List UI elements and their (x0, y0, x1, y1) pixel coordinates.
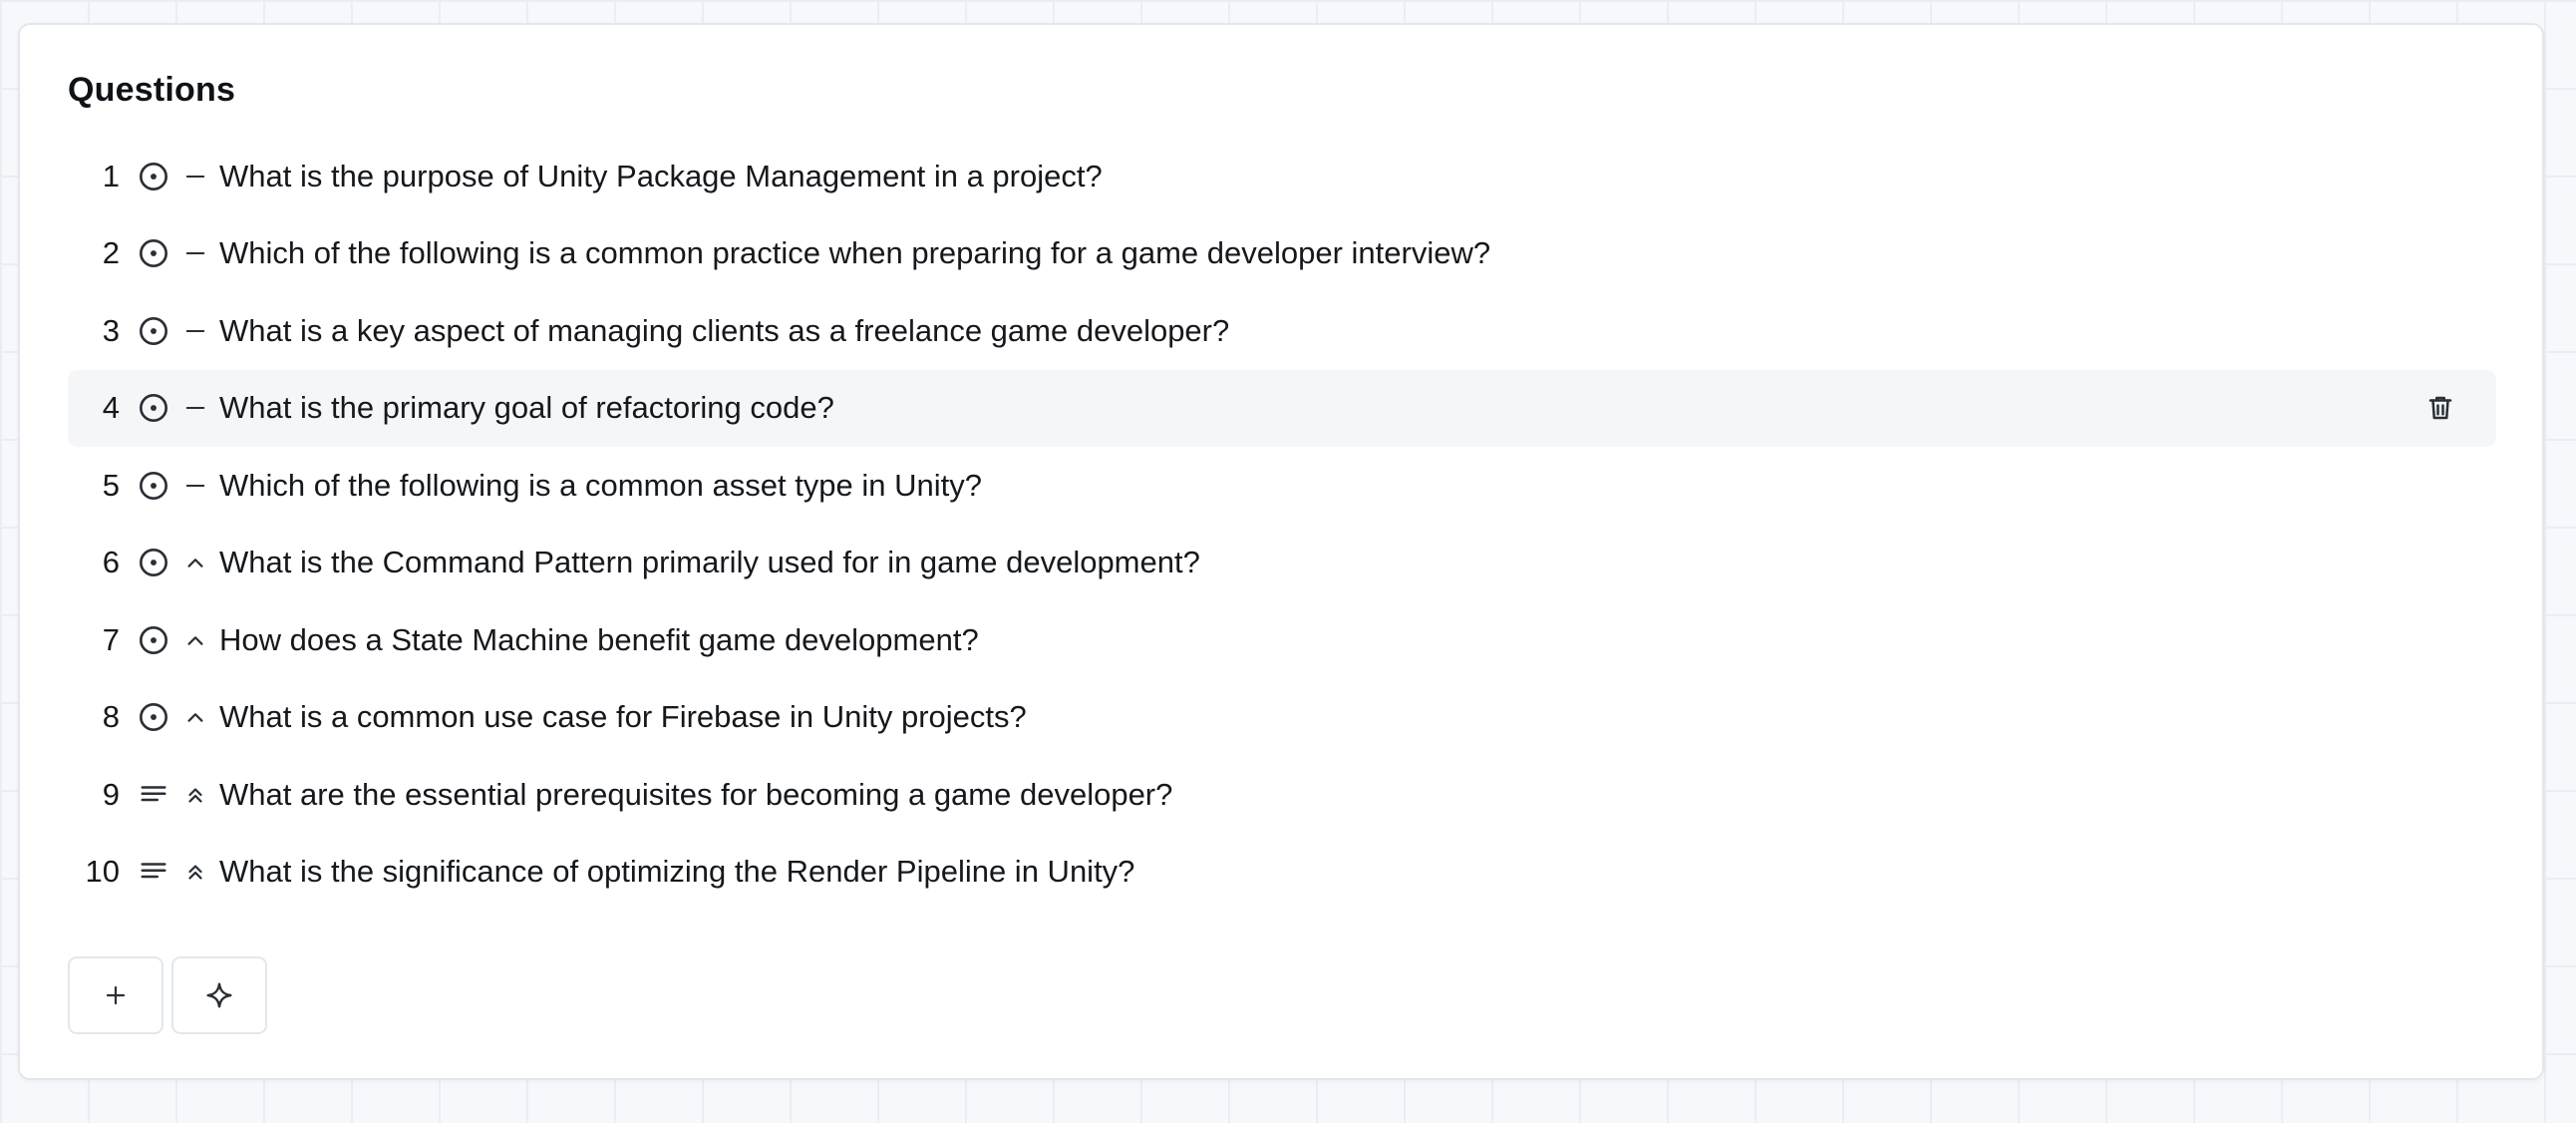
question-row[interactable]: 5 Which of the following is a common asse… (68, 447, 2496, 525)
question-list: 1 What is the purpose of Unity Package Ma… (68, 138, 2496, 911)
question-row[interactable]: 3 What is a key aspect of managing client… (68, 292, 2496, 370)
question-text: What are the essential prerequisites for… (219, 776, 1173, 812)
question-row[interactable]: 9 What are the essential prerequisites fo… (68, 756, 2496, 834)
radio-circle-icon (134, 697, 173, 737)
question-number: 4 (102, 390, 120, 426)
question-number: 9 (102, 776, 120, 812)
sparkle-icon (204, 980, 234, 1010)
question-row[interactable]: 10 What is the significance of optimizing… (68, 834, 2496, 912)
question-text: What is a common use case for Firebase i… (219, 699, 1027, 735)
chevron-up-icon (179, 701, 211, 733)
panel-title: Questions (68, 71, 236, 109)
action-bar (68, 956, 267, 1034)
question-number: 5 (102, 467, 120, 503)
double-chevron-up-icon (179, 856, 211, 888)
question-number: 6 (102, 545, 120, 580)
trash-icon (2425, 393, 2455, 423)
question-number: 3 (102, 312, 120, 348)
question-text: How does a State Machine benefit game de… (219, 621, 979, 657)
question-number: 10 (85, 854, 120, 890)
question-row[interactable]: 7 How does a State Machine benefit game d… (68, 601, 2496, 679)
question-text: What is the primary goal of refactoring … (219, 390, 834, 426)
delete-question-button[interactable] (2422, 390, 2458, 426)
question-text: What is a key aspect of managing clients… (219, 312, 1230, 348)
plus-icon (104, 983, 128, 1007)
question-text: What is the Command Pattern primarily us… (219, 545, 1200, 580)
radio-circle-icon (134, 620, 173, 660)
dash-icon (179, 161, 211, 192)
question-text: What is the purpose of Unity Package Man… (219, 158, 1103, 193)
question-number: 8 (102, 699, 120, 735)
chevron-up-icon (179, 624, 211, 656)
question-number: 7 (102, 621, 120, 657)
question-row[interactable]: 4 What is the primary goal of refactoring… (68, 369, 2496, 447)
radio-circle-icon (134, 466, 173, 506)
questions-panel: Questions 1 What is the purpose of Unity … (18, 23, 2544, 1080)
double-chevron-up-icon (179, 779, 211, 811)
question-row[interactable]: 2 Which of the following is a common prac… (68, 215, 2496, 293)
question-text: What is the significance of optimizing t… (219, 854, 1135, 890)
chevron-up-icon (179, 547, 211, 578)
radio-circle-icon (134, 233, 173, 273)
text-lines-icon (134, 775, 173, 815)
add-question-button[interactable] (68, 956, 163, 1034)
question-number: 1 (102, 158, 120, 193)
radio-circle-icon (134, 311, 173, 351)
dash-icon (179, 470, 211, 502)
question-text: Which of the following is a common pract… (219, 235, 1491, 271)
radio-circle-icon (134, 543, 173, 582)
text-lines-icon (134, 852, 173, 892)
question-row[interactable]: 1 What is the purpose of Unity Package Ma… (68, 138, 2496, 215)
dash-icon (179, 315, 211, 347)
question-text: Which of the following is a common asset… (219, 467, 983, 503)
question-row[interactable]: 6 What is the Command Pattern primarily u… (68, 525, 2496, 602)
generate-ai-button[interactable] (171, 956, 267, 1034)
question-number: 2 (102, 235, 120, 271)
radio-circle-icon (134, 388, 173, 428)
question-row[interactable]: 8 What is a common use case for Firebase … (68, 679, 2496, 757)
radio-circle-icon (134, 157, 173, 196)
dash-icon (179, 392, 211, 424)
dash-icon (179, 237, 211, 269)
